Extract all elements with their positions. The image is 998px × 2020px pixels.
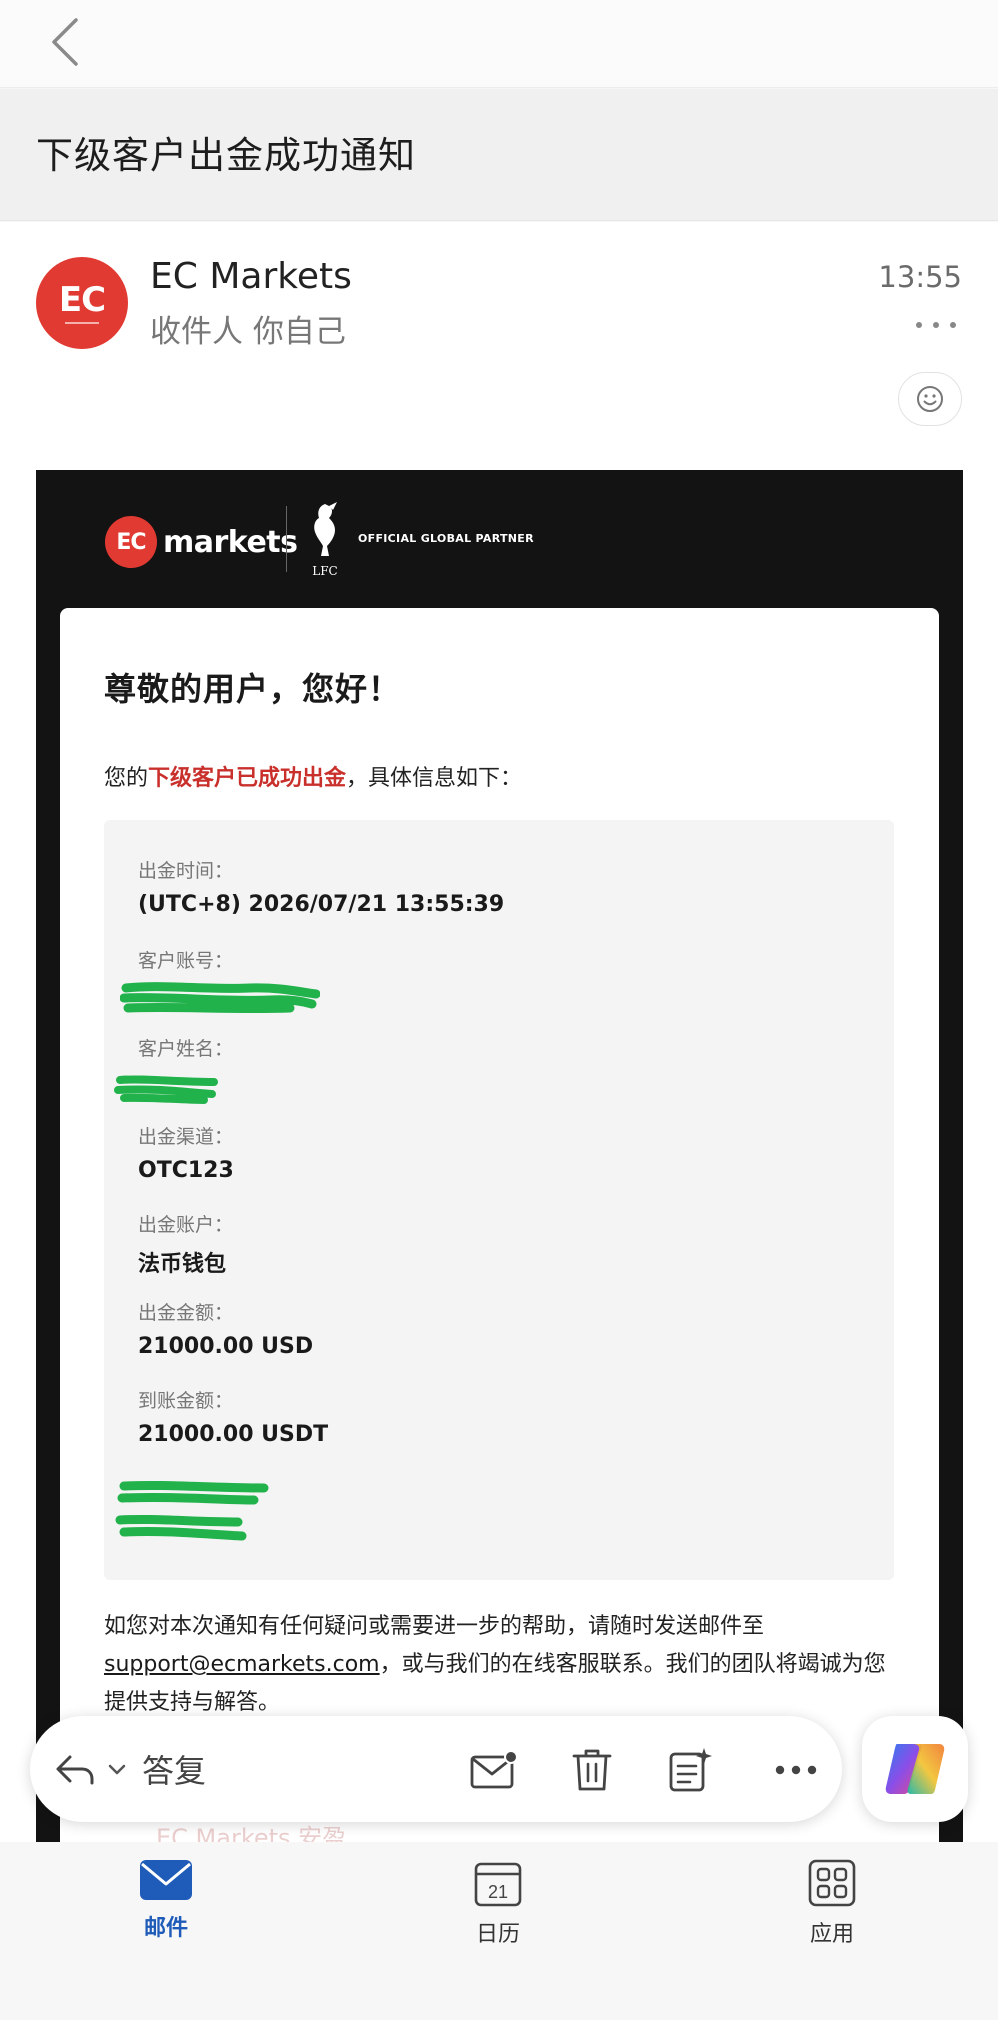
amount-value: 21000.00 USD <box>138 1334 314 1359</box>
more-options-icon[interactable] <box>916 310 956 340</box>
back-button[interactable] <box>40 14 90 70</box>
redaction-name <box>114 1075 218 1104</box>
client-name-label: 客户姓名： <box>138 1038 234 1060</box>
reply-label: 答复 <box>142 1752 207 1790</box>
tab-apps[interactable]: 应用 <box>762 1858 902 1958</box>
email-template: EC markets LFC OFFICIAL GLOBAL PARTNER 尊… <box>36 470 963 1850</box>
sender-header: EC EC Markets 收件人 你自己 13:55 <box>0 222 998 470</box>
brand-header: EC markets LFC OFFICIAL GLOBAL PARTNER <box>36 470 963 608</box>
amount-label: 出金金额： <box>138 1302 234 1324</box>
avatar-text: EC <box>58 279 106 320</box>
channel-value: OTC123 <box>138 1158 234 1183</box>
top-bar <box>0 0 998 88</box>
ec-logo-circle: EC <box>105 516 157 568</box>
reaction-button[interactable] <box>898 372 962 426</box>
received-value: 21000.00 USDT <box>138 1422 329 1447</box>
redaction-extra <box>115 1480 269 1541</box>
subject-bar: 下级客户出金成功通知 <box>0 89 998 221</box>
tab-calendar[interactable]: 21 日历 <box>428 1858 568 1958</box>
intro-prefix: 您的 <box>104 766 149 791</box>
partner-text: OFFICIAL GLOBAL PARTNER <box>358 532 534 545</box>
smiley-icon <box>917 386 943 412</box>
intro-highlight: 下级客户已成功出金 <box>148 766 347 791</box>
tab-calendar-label: 日历 <box>475 1922 520 1947</box>
tab-mail[interactable]: 邮件 <box>96 1858 236 1958</box>
calendar-day: 21 <box>488 1882 508 1902</box>
client-account-label: 客户账号： <box>138 950 234 972</box>
reply-icon <box>56 1755 94 1785</box>
bottom-tab-bar: 邮件 21 日历 应用 <box>0 1842 998 2020</box>
copilot-button[interactable] <box>862 1716 968 1822</box>
help-text: 如您对本次通知有任何疑问或需要进一步的帮助，请随时发送邮件至 support@e… <box>104 1608 904 1722</box>
chevron-left-icon <box>52 18 78 66</box>
delete-button[interactable] <box>566 1744 618 1796</box>
lfc-label: LFC <box>312 564 338 578</box>
greeting: 尊敬的用户，您好！ <box>104 670 402 708</box>
ai-summary-icon <box>669 1748 712 1792</box>
markets-wordmark: markets <box>163 524 298 560</box>
withdrawal-details: 出金时间： (UTC+8) 2026/07/21 13:55:39 客户账号： … <box>104 820 894 1580</box>
mail-icon <box>140 1860 192 1900</box>
chevron-down-icon[interactable] <box>106 1758 128 1780</box>
email-subject: 下级客户出金成功通知 <box>36 134 416 177</box>
notification-card: 尊敬的用户，您好！ 您的下级客户已成功出金，具体信息如下： 出金时间： (UTC… <box>60 608 939 1850</box>
mark-unread-button[interactable] <box>468 1744 520 1796</box>
intro-text: 您的下级客户已成功出金，具体信息如下： <box>104 760 522 792</box>
support-email-link[interactable]: support@ecmarkets.com <box>104 1652 380 1677</box>
ellipsis-icon <box>775 1765 817 1775</box>
withdraw-time-label: 出金时间： <box>138 860 234 882</box>
copilot-icon <box>885 1744 945 1794</box>
reply-button[interactable]: 答复 <box>52 1736 206 1802</box>
summarize-button[interactable] <box>664 1744 716 1796</box>
brand-divider <box>286 506 287 572</box>
help-text-part1: 如您对本次通知有任何疑问或需要进一步的帮助，请随时发送邮件至 <box>104 1614 765 1639</box>
more-actions-button[interactable] <box>770 1744 822 1796</box>
recipient-line[interactable]: 收件人 你自己 <box>150 306 346 351</box>
trash-icon <box>572 1749 612 1791</box>
withdraw-time-value: (UTC+8) 2026/07/21 13:55:39 <box>138 892 505 917</box>
email-body: EC markets LFC OFFICIAL GLOBAL PARTNER 尊… <box>0 470 998 1850</box>
redaction-account <box>120 982 320 1014</box>
wallet-label: 出金账户： <box>138 1214 234 1236</box>
received-label: 到账金额： <box>138 1390 234 1412</box>
channel-label: 出金渠道： <box>138 1126 234 1148</box>
lfc-crest: LFC <box>302 500 348 584</box>
sender-name[interactable]: EC Markets <box>150 256 352 297</box>
tab-apps-label: 应用 <box>809 1922 854 1947</box>
wallet-value: 法币钱包 <box>138 1252 227 1277</box>
intro-suffix: ，具体信息如下： <box>346 766 523 791</box>
liverbird-icon <box>314 502 337 556</box>
action-bar: 答复 <box>30 1716 842 1822</box>
email-time: 13:55 <box>878 260 962 294</box>
ec-markets-logo: EC markets <box>105 512 298 572</box>
calendar-icon: 21 <box>474 1862 522 1907</box>
apps-grid-icon <box>808 1859 856 1907</box>
mail-unread-icon <box>470 1750 518 1789</box>
sender-avatar[interactable]: EC <box>36 257 128 349</box>
tab-mail-label: 邮件 <box>143 1916 188 1941</box>
avatar-underline <box>65 321 99 324</box>
